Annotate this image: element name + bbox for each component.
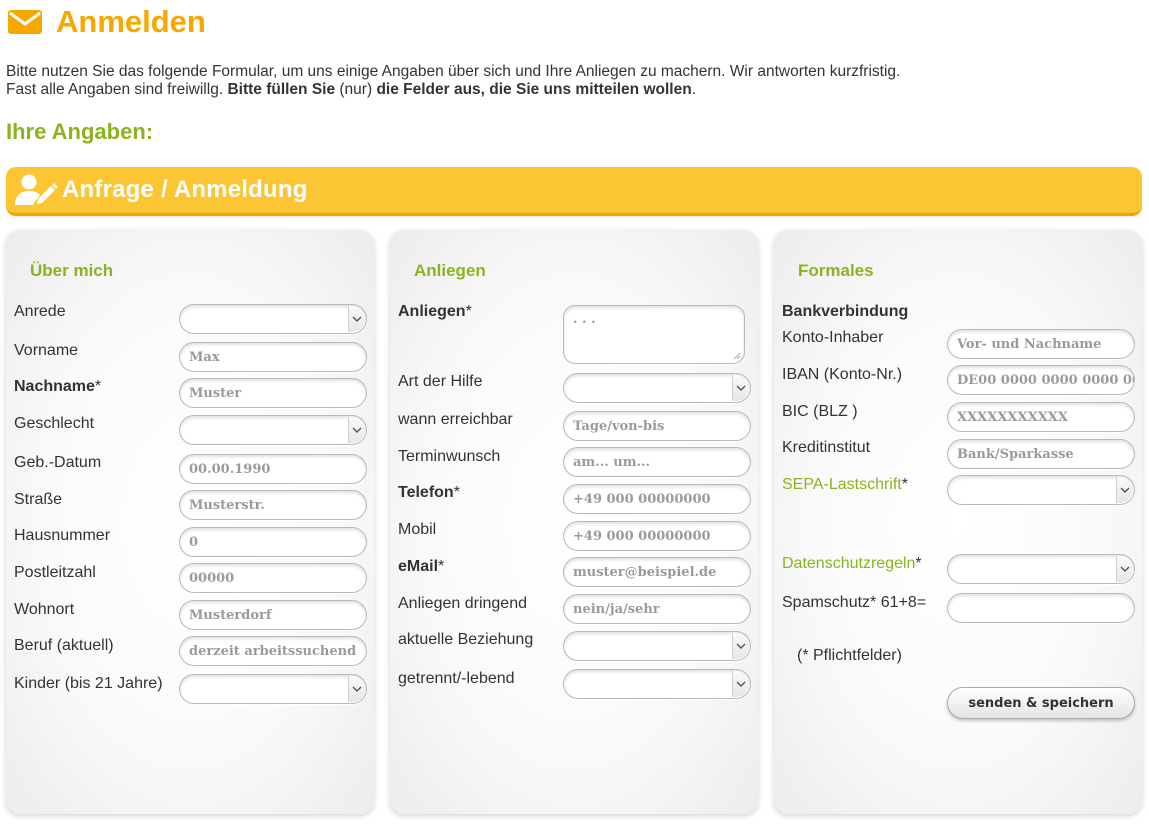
user-edit-icon: [15, 174, 58, 205]
chevron-down-icon: [348, 417, 365, 443]
envelope-icon: [8, 10, 42, 34]
konto-inhaber-label: Konto-Inhaber: [782, 329, 884, 346]
chevron-down-icon: [348, 306, 365, 332]
iban-input[interactable]: DE00 0000 0000 0000 0000 00: [947, 365, 1135, 395]
vorname-input[interactable]: Max: [179, 342, 367, 372]
terminwunsch-input[interactable]: am... um...: [563, 447, 751, 477]
datenschutz-label: Datenschutzregeln*: [782, 555, 922, 572]
strasse-label: Straße: [14, 491, 63, 508]
geburtsdatum-label: Geb.-Datum: [14, 454, 102, 471]
chevron-down-icon: [732, 633, 749, 659]
section-heading: Ihre Angaben:: [6, 119, 154, 144]
konto-inhaber-input[interactable]: Vor- und Nachname: [947, 329, 1135, 359]
wann-erreichbar-input[interactable]: Tage/von-bis: [563, 411, 751, 441]
anrede-select[interactable]: [179, 304, 367, 334]
datenschutz-select[interactable]: [947, 554, 1135, 584]
hausnummer-input[interactable]: 0: [179, 527, 367, 557]
kreditinstitut-input[interactable]: Bank/Sparkasse: [947, 439, 1135, 469]
panel-ueber-mich: Über mich Anrede Vorname Max Nachname* M…: [6, 230, 374, 814]
chevron-down-icon: [1116, 477, 1133, 503]
iban-label: IBAN (Konto-Nr.): [782, 366, 903, 383]
bic-label: BIC (BLZ ): [782, 403, 858, 420]
wann-erreichbar-label: wann erreichbar: [398, 411, 513, 428]
bic-input[interactable]: XXXXXXXXXXX: [947, 402, 1135, 432]
panel-anliegen: Anliegen Anliegen* . . . Art der Hilfe w…: [390, 230, 758, 814]
telefon-input[interactable]: +49 000 00000000: [563, 484, 751, 514]
intro-text: Bitte nutzen Sie das folgende Formular, …: [6, 63, 900, 99]
mobil-input[interactable]: +49 000 00000000: [563, 521, 751, 551]
spamschutz-input[interactable]: [947, 593, 1135, 623]
page-title: Anmelden: [56, 4, 206, 39]
nachname-input[interactable]: Muster: [179, 378, 367, 408]
email-input[interactable]: muster@beispiel.de: [563, 557, 751, 587]
wohnort-input[interactable]: Musterdorf: [179, 600, 367, 630]
panel-title-formales: Formales: [798, 261, 874, 280]
anrede-label: Anrede: [14, 303, 66, 320]
wohnort-label: Wohnort: [14, 601, 75, 618]
bankverbindung-heading: Bankverbindung: [782, 303, 909, 320]
banner-title: Anfrage / Anmeldung: [62, 176, 308, 203]
beruf-input[interactable]: derzeit arbeitssuchend: [179, 636, 367, 666]
anliegen-label: Anliegen*: [398, 303, 472, 320]
chevron-down-icon: [732, 375, 749, 401]
postleitzahl-label: Postleitzahl: [14, 564, 96, 581]
getrennt-select[interactable]: [563, 669, 751, 699]
getrennt-label: getrennt/-lebend: [398, 670, 515, 687]
form-banner: Anfrage / Anmeldung: [6, 167, 1142, 216]
mobil-label: Mobil: [398, 521, 437, 538]
nachname-label: Nachname*: [14, 378, 102, 395]
spamschutz-label: Spamschutz* 61+8=: [782, 594, 927, 611]
telefon-label: Telefon*: [398, 484, 460, 501]
panel-title-anliegen: Anliegen: [414, 261, 486, 280]
geburtsdatum-input[interactable]: 00.00.1990: [179, 454, 367, 484]
submit-button[interactable]: senden & speichern: [947, 687, 1135, 719]
intro-line-2: Fast alle Angaben sind freiwillg. Bitte …: [6, 81, 696, 98]
page-header: Anmelden: [8, 2, 206, 42]
anliegen-textarea[interactable]: . . .: [563, 305, 745, 364]
strasse-input[interactable]: Musterstr.: [179, 490, 367, 520]
chevron-down-icon: [348, 676, 365, 702]
vorname-label: Vorname: [14, 342, 79, 359]
dringend-input[interactable]: nein/ja/sehr: [563, 594, 751, 624]
beziehung-label: aktuelle Beziehung: [398, 631, 534, 648]
panel-title-ueber-mich: Über mich: [30, 261, 114, 280]
geschlecht-select[interactable]: [179, 415, 367, 445]
kreditinstitut-label: Kreditinstitut: [782, 439, 871, 456]
intro-line-1: Bitte nutzen Sie das folgende Formular, …: [6, 63, 901, 80]
sepa-label: SEPA-Lastschrift*: [782, 476, 908, 493]
chevron-down-icon: [732, 671, 749, 697]
chevron-down-icon: [1116, 556, 1133, 582]
geschlecht-label: Geschlecht: [14, 415, 95, 432]
panel-formales: Formales Bankverbindung Konto-Inhaber Vo…: [774, 230, 1142, 814]
art-der-hilfe-select[interactable]: [563, 373, 751, 403]
sepa-select[interactable]: [947, 475, 1135, 505]
terminwunsch-label: Terminwunsch: [398, 448, 501, 465]
postleitzahl-input[interactable]: 00000: [179, 563, 367, 593]
beziehung-select[interactable]: [563, 631, 751, 661]
art-der-hilfe-label: Art der Hilfe: [398, 373, 483, 390]
hausnummer-label: Hausnummer: [14, 527, 111, 544]
pflichtfelder-note: (* Pflichtfelder): [797, 647, 902, 664]
resize-handle-icon[interactable]: [732, 351, 741, 360]
kinder-select[interactable]: [179, 674, 367, 704]
email-label: eMail*: [398, 558, 445, 575]
beruf-label: Beruf (aktuell): [14, 637, 114, 654]
dringend-label: Anliegen dringend: [398, 595, 527, 612]
kinder-label: Kinder (bis 21 Jahre): [14, 675, 163, 692]
